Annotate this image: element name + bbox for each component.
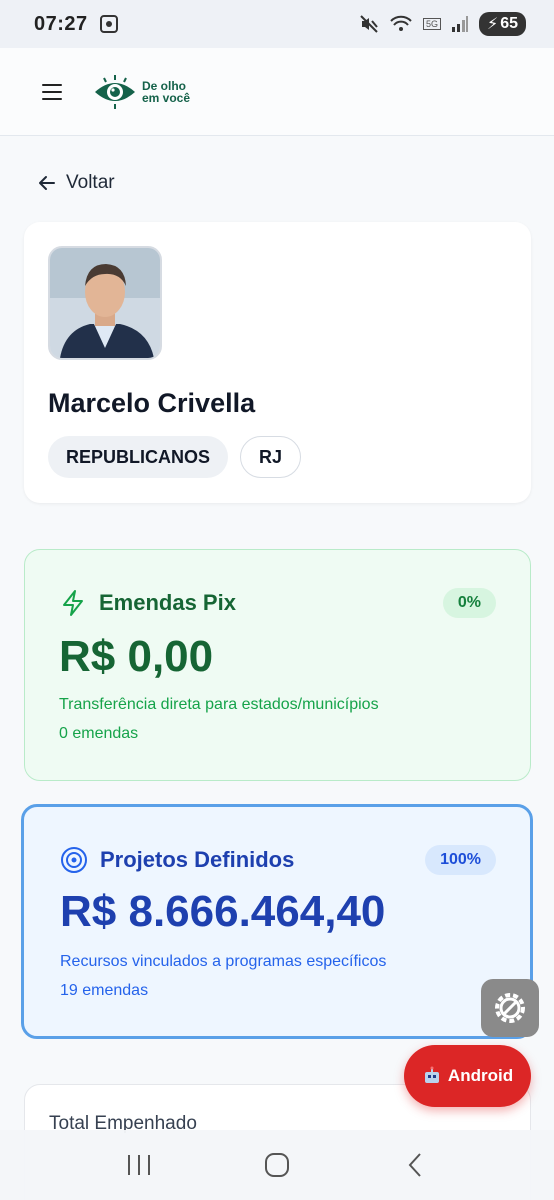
gear-wrench-icon: [495, 993, 525, 1023]
projects-amount: R$ 8.666.464,40: [60, 887, 386, 936]
pix-title: Emendas Pix: [99, 590, 236, 615]
back-label: Voltar: [66, 172, 115, 193]
wifi-icon: [390, 15, 412, 31]
pix-description: Transferência direta para estados/municí…: [59, 696, 379, 713]
chevron-left-icon: [408, 1153, 421, 1177]
projects-card[interactable]: Projetos Definidos 100% R$ 8.666.464,40 …: [21, 804, 533, 1039]
pix-percent-badge: 0%: [442, 588, 496, 618]
avatar: [48, 246, 162, 360]
charging-icon: ⚡: [486, 16, 499, 33]
person-name: Marcelo Crivella: [48, 388, 256, 418]
recent-apps-button[interactable]: [109, 1141, 169, 1189]
network-type: 5G: [422, 18, 441, 30]
avatar-photo: [50, 248, 160, 358]
settings-fab[interactable]: [481, 979, 539, 1037]
back-nav-button[interactable]: [385, 1141, 445, 1189]
status-time: 07:27: [34, 12, 88, 35]
projects-description: Recursos vinculados a programas específi…: [60, 953, 387, 970]
logo-text: De olho em você: [142, 80, 190, 104]
app-header: De olho em você: [0, 48, 554, 136]
pix-amount: R$ 0,00: [59, 632, 214, 681]
home-button[interactable]: [247, 1141, 307, 1189]
lightning-icon: [63, 590, 83, 616]
android-button-label: Android: [447, 1066, 514, 1085]
recent-apps-icon: [128, 1155, 150, 1175]
profile-tags: REPUBLICANOS RJ: [48, 436, 302, 478]
pix-card: Emendas Pix 0% R$ 0,00 Transferência dir…: [24, 549, 531, 781]
home-icon: [265, 1153, 289, 1177]
screen-record-icon: [99, 15, 118, 33]
signal-icon: [451, 16, 468, 32]
party-badge: REPUBLICANOS: [48, 436, 229, 478]
eye-logo-icon: [95, 74, 135, 109]
projects-card-header: Projetos Definidos 100%: [60, 845, 496, 875]
mute-icon: [360, 15, 378, 33]
logo-line-2: em você: [142, 90, 191, 105]
logo-line-1: De olho: [142, 78, 186, 93]
status-bar: 07:27 5G ⚡ 65: [0, 0, 554, 48]
target-icon: [61, 847, 87, 873]
battery-indicator: ⚡ 65: [478, 12, 526, 36]
status-icons: 5G ⚡ 65: [359, 12, 526, 36]
state-badge: RJ: [240, 436, 302, 478]
pix-count: 0 emendas: [59, 725, 139, 742]
robot-icon: [424, 1066, 439, 1083]
profile-card: Marcelo Crivella REPUBLICANOS RJ: [24, 222, 531, 503]
logo[interactable]: De olho em você: [92, 74, 190, 110]
projects-percent-badge: 100%: [425, 845, 496, 875]
arrow-left-icon: [39, 176, 55, 190]
system-nav-bar: [0, 1130, 554, 1200]
hamburger-icon[interactable]: [42, 83, 62, 100]
back-button[interactable]: Voltar: [38, 172, 115, 194]
pix-card-header: Emendas Pix 0%: [59, 588, 496, 618]
battery-level: 65: [500, 15, 518, 32]
projects-count: 19 emendas: [60, 982, 149, 999]
android-button[interactable]: Android: [404, 1045, 531, 1107]
projects-title: Projetos Definidos: [100, 847, 295, 872]
